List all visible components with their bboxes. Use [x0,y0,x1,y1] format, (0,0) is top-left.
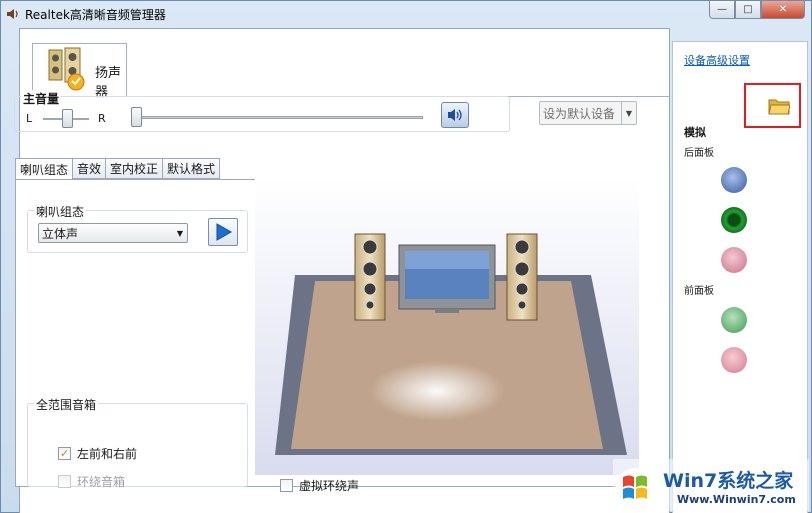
tab-sound-effects[interactable]: 音效 [73,158,107,179]
surround-speakers-checkbox [58,475,71,488]
maximize-button[interactable]: □ [735,1,761,19]
tab-speakers[interactable]: 扬声器 [32,43,127,100]
back-pink-jack[interactable] [721,247,747,273]
set-default-device-dropdown[interactable]: 设为默认设备 ▼ [539,101,637,125]
tab-room-correction[interactable]: 室内校正 [106,158,164,179]
balance-slider-thumb[interactable] [62,109,73,128]
main-volume-label: 主音量 [21,90,62,107]
close-button[interactable]: ✕ [761,1,805,19]
play-icon [216,223,233,241]
full-range-speakers-label: 全范围音箱 [34,396,99,413]
surround-speakers-option: 环绕音箱 [58,473,125,490]
front-green-jack[interactable] [721,307,747,333]
speaker-icon [48,47,85,91]
front-pink-jack[interactable] [721,347,747,373]
speakers-tab-label: 扬声器 [95,66,122,100]
audio-manager-window: Realtek高清晰音频管理器 — □ ✕ 扬声器 主音量 L R 设为默认设备… [0,0,812,513]
speaker-room-illustration [255,179,639,475]
minimize-button[interactable]: — [709,1,735,19]
analog-heading: 模拟 [684,126,706,139]
title-bar: Realtek高清晰音频管理器 — □ ✕ [1,1,811,27]
sub-tab-bar: 喇叭组态 音效 室内校正 默认格式 [15,158,221,180]
front-left-right-option[interactable]: ✓ 左前和右前 [58,445,137,462]
volume-slider-track[interactable] [135,116,423,119]
speaker-config-value: 立体声 [42,226,79,241]
set-default-device-label: 设为默认设备 [543,106,616,121]
watermark-title: Win7系统之家 [663,470,794,492]
speaker-app-icon [7,9,18,19]
advanced-device-settings-link[interactable]: 设备高级设置 [684,52,750,68]
front-left-right-checkbox[interactable]: ✓ [58,447,71,460]
back-green-jack[interactable] [721,207,747,233]
main-volume-group [14,96,510,132]
balance-left-label: L [26,112,33,125]
front-panel-label: 前面板 [684,286,714,297]
tab-default-format[interactable]: 默认格式 [163,158,221,179]
virtual-surround-option[interactable]: 虚拟环绕声 [280,477,359,494]
speaker-volume-icon [448,109,462,121]
window-controls: — □ ✕ [709,1,805,19]
window-title: Realtek高清晰音频管理器 [25,8,166,22]
play-test-button[interactable] [208,218,238,246]
virtual-surround-label: 虚拟环绕声 [299,479,360,493]
watermark-url: Www.Winwin7.com [677,493,796,506]
mute-button[interactable] [441,102,469,128]
speaker-config-select[interactable]: 立体声 ▼ [38,223,188,243]
chevron-down-icon: ▼ [621,102,636,124]
tab-speaker-config[interactable]: 喇叭组态 [15,158,74,180]
volume-slider-thumb[interactable] [131,107,142,127]
virtual-surround-checkbox[interactable] [280,479,293,492]
speaker-config-label: 喇叭组态 [34,203,87,220]
back-blue-jack[interactable] [721,167,747,193]
folder-icon[interactable] [768,97,790,115]
front-left-right-label: 左前和右前 [77,447,138,461]
back-panel-label: 后面板 [684,148,714,159]
chevron-down-icon: ▼ [176,228,184,238]
surround-speakers-label: 环绕音箱 [77,475,126,489]
balance-right-label: R [98,112,106,125]
